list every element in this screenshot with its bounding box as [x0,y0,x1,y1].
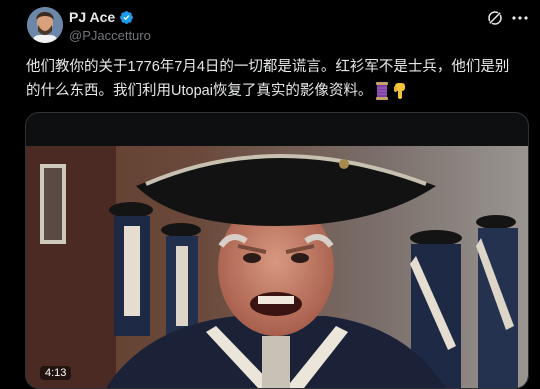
verified-badge-icon [120,10,134,24]
video-thumbnail [26,146,528,388]
tweet-line-2-text: 的什么东西。我们利用Utopai恢复了真实的影像资料。 [26,83,373,99]
pointing-down-emoji [394,83,406,100]
author-name[interactable]: PJ Ace [69,9,115,25]
tweet-line-2: 的什么东西。我们利用Utopai恢复了真实的影像资料。 [26,79,516,103]
video-media[interactable]: 4:13 [25,112,529,389]
video-duration: 4:13 [40,366,72,380]
avatar[interactable] [27,7,63,43]
author-handle[interactable]: @PJaccetturo [69,28,151,43]
spool-emoji [376,82,389,101]
author-row: PJ Ace [69,9,134,25]
grok-icon[interactable] [486,9,504,27]
more-icon[interactable] [512,16,528,20]
tweet-line-1: 他们教你的关于1776年7月4日的一切都是谎言。红衫军不是士兵，他们是别 [26,59,510,75]
tweet-text: 他们教你的关于1776年7月4日的一切都是谎言。红衫军不是士兵，他们是别 的什么… [26,55,516,103]
